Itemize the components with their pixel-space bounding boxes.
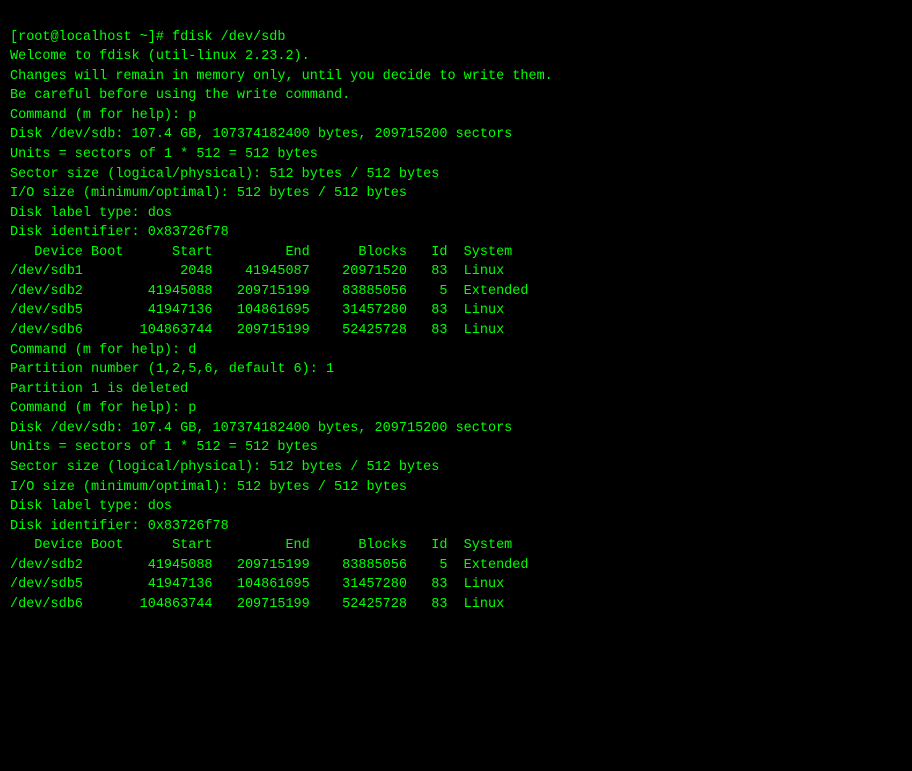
terminal-line: I/O size (minimum/optimal): 512 bytes / … <box>10 478 902 498</box>
terminal-line: I/O size (minimum/optimal): 512 bytes / … <box>10 184 902 204</box>
terminal-window: [root@localhost ~]# fdisk /dev/sdbWelcom… <box>10 8 902 614</box>
terminal-line: /dev/sdb2 41945088 209715199 83885056 5 … <box>10 282 902 302</box>
terminal-line: Disk label type: dos <box>10 497 902 517</box>
terminal-line: /dev/sdb5 41947136 104861695 31457280 83… <box>10 575 902 595</box>
terminal-line: Changes will remain in memory only, unti… <box>10 67 902 87</box>
terminal-line: Units = sectors of 1 * 512 = 512 bytes <box>10 145 902 165</box>
terminal-line: Command (m for help): p <box>10 399 902 419</box>
terminal-line: /dev/sdb6 104863744 209715199 52425728 8… <box>10 595 902 615</box>
terminal-line: /dev/sdb2 41945088 209715199 83885056 5 … <box>10 556 902 576</box>
terminal-line: Disk /dev/sdb: 107.4 GB, 107374182400 by… <box>10 419 902 439</box>
terminal-line: Disk identifier: 0x83726f78 <box>10 223 902 243</box>
terminal-line: Welcome to fdisk (util-linux 2.23.2). <box>10 47 902 67</box>
terminal-line: Units = sectors of 1 * 512 = 512 bytes <box>10 438 902 458</box>
terminal-line: Disk /dev/sdb: 107.4 GB, 107374182400 by… <box>10 125 902 145</box>
terminal-line: Sector size (logical/physical): 512 byte… <box>10 165 902 185</box>
terminal-line: [root@localhost ~]# fdisk /dev/sdb <box>10 28 902 48</box>
terminal-line: Command (m for help): p <box>10 106 902 126</box>
terminal-line: Disk label type: dos <box>10 204 902 224</box>
terminal-line: Partition 1 is deleted <box>10 380 902 400</box>
terminal-line: Device Boot Start End Blocks Id System <box>10 536 902 556</box>
terminal-line: Device Boot Start End Blocks Id System <box>10 243 902 263</box>
terminal-line: /dev/sdb1 2048 41945087 20971520 83 Linu… <box>10 262 902 282</box>
terminal-line: Disk identifier: 0x83726f78 <box>10 517 902 537</box>
terminal-line: Be careful before using the write comman… <box>10 86 902 106</box>
terminal-line: Sector size (logical/physical): 512 byte… <box>10 458 902 478</box>
terminal-line: /dev/sdb5 41947136 104861695 31457280 83… <box>10 301 902 321</box>
terminal-line: Command (m for help): d <box>10 341 902 361</box>
terminal-line: Partition number (1,2,5,6, default 6): 1 <box>10 360 902 380</box>
terminal-line: /dev/sdb6 104863744 209715199 52425728 8… <box>10 321 902 341</box>
